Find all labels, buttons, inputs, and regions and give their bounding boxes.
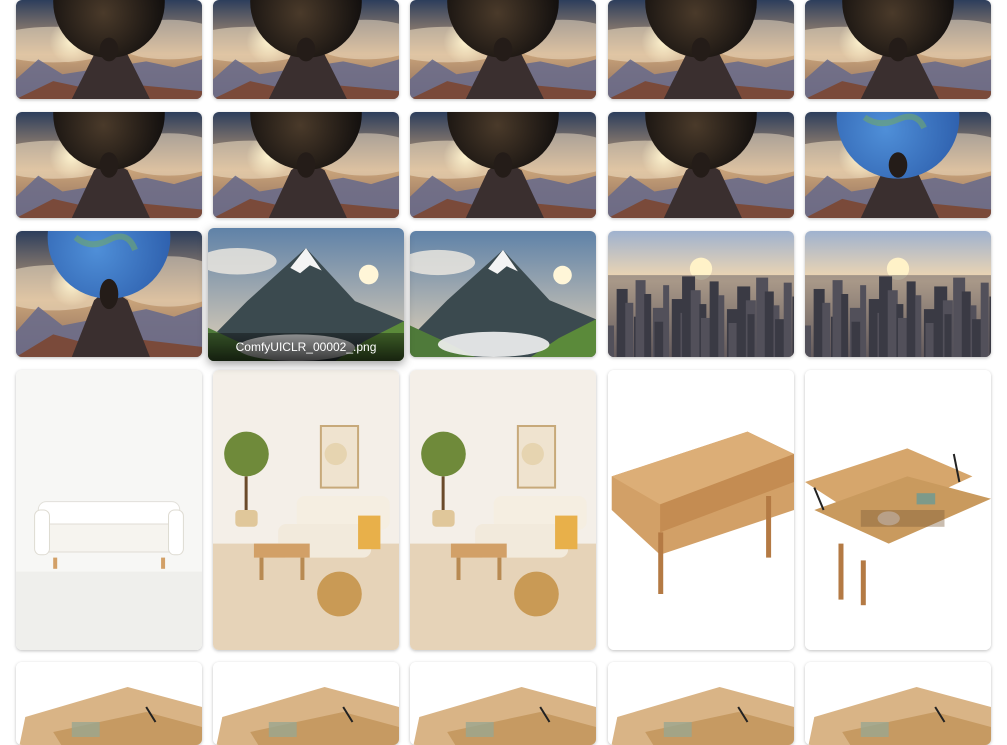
image-gallery: ComfyUICLR_00002_.png <box>0 0 1007 745</box>
gallery-thumbnail[interactable] <box>805 112 991 218</box>
thumbnail-image <box>16 231 202 357</box>
thumbnail-image <box>608 0 794 99</box>
thumbnail-image <box>410 662 596 745</box>
gallery-thumbnail[interactable] <box>213 0 399 99</box>
thumbnail-image <box>608 112 794 218</box>
thumbnail-image <box>805 370 991 650</box>
gallery-thumbnail[interactable] <box>16 370 202 650</box>
gallery-thumbnail[interactable] <box>16 662 202 745</box>
thumbnail-image <box>805 0 991 99</box>
gallery-thumbnail[interactable] <box>608 370 794 650</box>
gallery-thumbnail[interactable] <box>805 662 991 745</box>
gallery-thumbnail[interactable] <box>410 231 596 357</box>
gallery-thumbnail[interactable] <box>16 0 202 99</box>
thumbnail-image <box>805 662 991 745</box>
gallery-thumbnail[interactable] <box>608 662 794 745</box>
thumbnail-image <box>410 0 596 99</box>
thumbnail-image <box>410 370 596 650</box>
gallery-thumbnail[interactable] <box>213 112 399 218</box>
thumbnail-image <box>608 662 794 745</box>
thumbnail-image <box>213 662 399 745</box>
thumbnail-image <box>410 231 596 357</box>
gallery-thumbnail[interactable] <box>410 0 596 99</box>
thumbnail-image <box>608 370 794 650</box>
gallery-thumbnail[interactable] <box>608 0 794 99</box>
thumbnail-image <box>805 231 991 357</box>
thumbnail-image <box>608 231 794 357</box>
thumbnail-image <box>16 112 202 218</box>
thumbnail-image <box>213 0 399 99</box>
gallery-thumbnail[interactable] <box>805 0 991 99</box>
gallery-thumbnail[interactable] <box>213 370 399 650</box>
gallery-thumbnail[interactable] <box>410 112 596 218</box>
gallery-thumbnail[interactable] <box>608 112 794 218</box>
gallery-thumbnail[interactable] <box>410 370 596 650</box>
gallery-thumbnail[interactable] <box>608 231 794 357</box>
thumbnail-filename-caption: ComfyUICLR_00002_.png <box>208 333 404 361</box>
thumbnail-image <box>16 662 202 745</box>
thumbnail-image <box>16 0 202 99</box>
thumbnail-image <box>213 112 399 218</box>
gallery-thumbnail[interactable]: ComfyUICLR_00002_.png <box>208 228 404 361</box>
gallery-thumbnail[interactable] <box>410 662 596 745</box>
gallery-thumbnail[interactable] <box>805 370 991 650</box>
gallery-thumbnail[interactable] <box>213 662 399 745</box>
thumbnail-image <box>213 370 399 650</box>
gallery-thumbnail[interactable] <box>805 231 991 357</box>
gallery-thumbnail[interactable] <box>16 231 202 357</box>
thumbnail-image <box>16 370 202 650</box>
thumbnail-image <box>805 112 991 218</box>
thumbnail-image <box>410 112 596 218</box>
gallery-thumbnail[interactable] <box>16 112 202 218</box>
